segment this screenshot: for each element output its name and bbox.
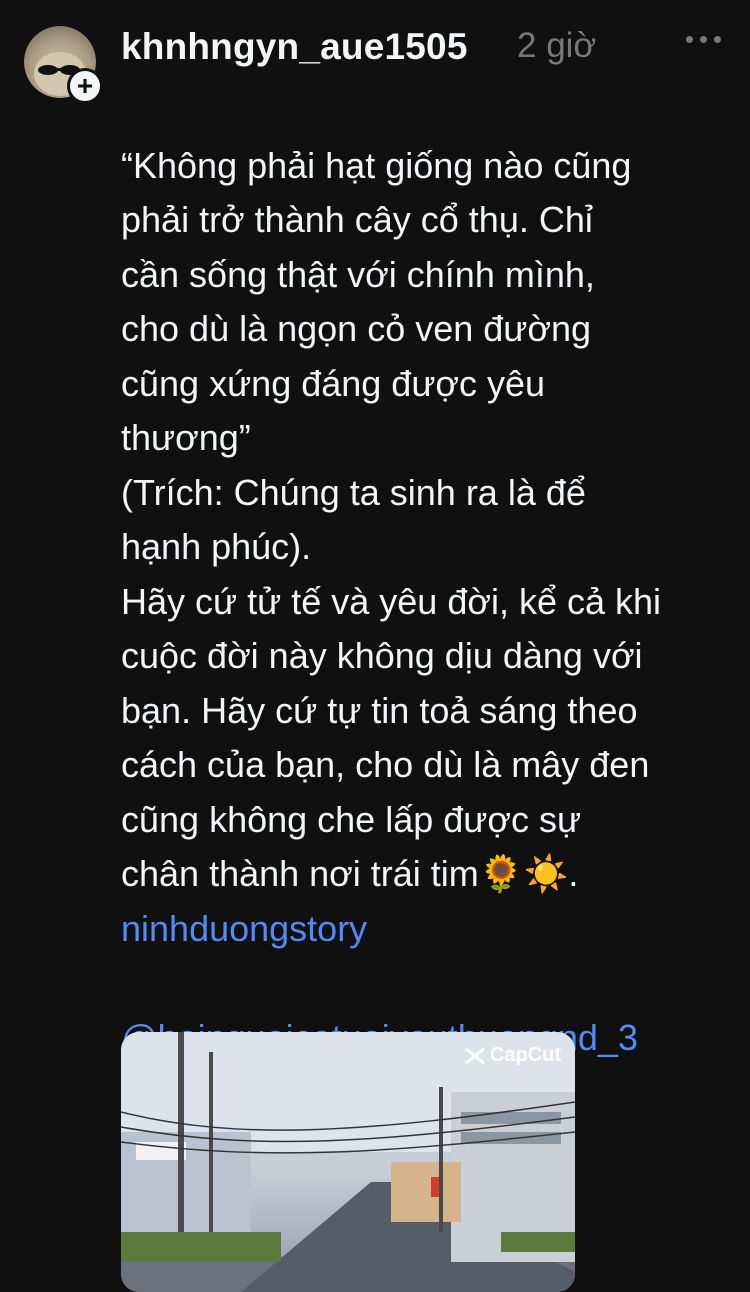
post-body: “Không phải hạt giống nào cũng phải trở … xyxy=(121,84,731,1174)
capcut-watermark: CapCut xyxy=(464,1044,561,1067)
more-options-button[interactable] xyxy=(686,36,721,43)
capcut-logo-icon xyxy=(464,1047,485,1064)
more-horizontal-icon xyxy=(686,36,693,43)
capcut-label: CapCut xyxy=(489,1044,561,1066)
post-media[interactable]: CapCut xyxy=(121,1032,575,1292)
plus-icon: + xyxy=(76,70,94,101)
road-photo xyxy=(121,1032,575,1292)
follow-button[interactable]: + xyxy=(67,68,103,104)
link-ninhduongstory[interactable]: ninhduongstory xyxy=(121,902,731,957)
post-timestamp: 2 giờ xyxy=(517,26,597,65)
author-username[interactable]: khnhngyn_aue1505 xyxy=(121,26,468,68)
post-text: “Không phải hạt giống nào cũng phải trở … xyxy=(121,144,662,895)
